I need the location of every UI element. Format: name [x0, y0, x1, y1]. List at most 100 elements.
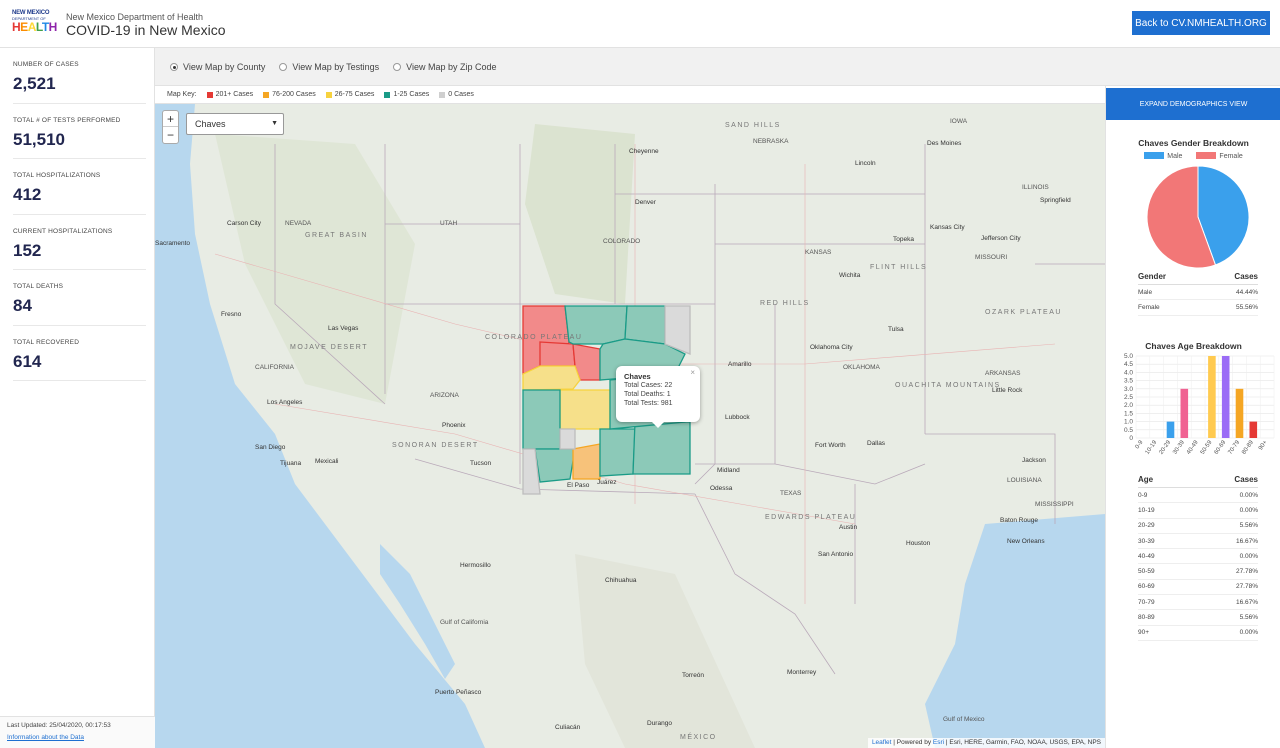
legend-item: Male	[1144, 152, 1182, 160]
map-label: Gulf of California	[440, 619, 489, 626]
gender-table-header: Gender Cases	[1138, 272, 1258, 285]
expand-demographics-button[interactable]: EXPAND DEMOGRAPHICS VIEW	[1106, 88, 1280, 120]
map-label: Topeka	[893, 236, 914, 243]
popup-deaths: Total Deaths: 1	[624, 391, 671, 398]
map-key-title: Map Key:	[167, 91, 197, 98]
leaflet-link[interactable]: Leaflet	[872, 739, 892, 746]
x-tick-label: 0-9	[1135, 439, 1145, 450]
county-select[interactable]: Chaves ▼	[186, 113, 284, 135]
radio-dot[interactable]	[170, 62, 178, 71]
map-label: San Diego	[255, 444, 286, 451]
map-label: Austin	[839, 524, 858, 531]
map-label: Chihuahua	[605, 577, 637, 584]
map-label: Jefferson City	[981, 235, 1021, 242]
map-label: Dallas	[867, 440, 886, 447]
map-label: Tucson	[470, 460, 492, 467]
table-row: Male 44.44%	[1138, 285, 1258, 301]
y-tick-label: 5.0	[1124, 353, 1133, 360]
map-label: Jackson	[1022, 457, 1046, 464]
key-item: 1-25 Cases	[384, 91, 429, 98]
map-label: ILLINOIS	[1022, 184, 1049, 191]
map-label: Oklahoma City	[810, 344, 853, 351]
nm-health-logo[interactable]: NEW MEXICO DEPARTMENT OF HEALTH	[12, 10, 57, 36]
map-label: New Orleans	[1007, 538, 1045, 545]
map-label: GREAT BASIN	[305, 232, 368, 239]
radio-dot[interactable]	[279, 62, 288, 71]
map-label: UTAH	[440, 220, 458, 227]
stat-label: TOTAL DEATHS	[13, 283, 64, 290]
table-row: 20-29 5.56%	[1138, 519, 1258, 534]
demographics-panel: EXPAND DEMOGRAPHICS VIEW Chaves Gender B…	[1105, 86, 1280, 748]
map-label: MOJAVE DESERT	[290, 344, 368, 351]
popup-cases: Total Cases: 22	[624, 382, 673, 389]
table-row: 10-19 0.00%	[1138, 503, 1258, 519]
map-label: Des Moines	[927, 140, 962, 147]
map-label: Lubbock	[725, 414, 750, 421]
stat-value: 51,510	[13, 129, 65, 149]
age-bar-70-79[interactable]	[1235, 388, 1244, 438]
map-label: Tulsa	[888, 326, 904, 333]
view-by-county-radio[interactable]: View Map by County	[170, 62, 265, 72]
back-to-site-button[interactable]: Back to CV.NMHEALTH.ORG	[1132, 11, 1270, 35]
popup-close-icon[interactable]: ×	[690, 368, 695, 377]
y-tick-label: 2.5	[1124, 394, 1133, 401]
map-view-options: View Map by County View Map by Testings …	[155, 48, 1280, 86]
map-label: KANSAS	[805, 249, 832, 256]
table-row: 80-89 5.56%	[1138, 610, 1258, 626]
map-label: TEXAS	[780, 490, 802, 497]
map-label: NEVADA	[285, 220, 312, 227]
map-label: Las Vegas	[328, 325, 359, 332]
age-bar-30-39[interactable]	[1180, 388, 1189, 438]
county-yellow	[522, 365, 581, 391]
chevron-down-icon: ▼	[271, 120, 278, 127]
county-teal	[522, 389, 561, 450]
table-row: 50-59 27.78%	[1138, 564, 1258, 580]
county-teal	[624, 305, 666, 345]
legend-item: Female	[1196, 152, 1243, 160]
x-tick-label: 80-89	[1241, 439, 1255, 456]
esri-link[interactable]: Esri	[933, 739, 944, 746]
map-label: OZARK PLATEAU	[985, 309, 1062, 316]
radio-dot[interactable]	[393, 62, 402, 71]
zoom-control: + −	[162, 110, 179, 144]
stat-value: 84	[13, 296, 32, 315]
x-tick-label: 50-59	[1200, 439, 1214, 456]
data-info-link[interactable]: Information about the Data	[7, 734, 148, 741]
page-title: COVID-19 in New Mexico	[66, 22, 226, 38]
map-label: Amarillo	[728, 361, 752, 368]
map-label: LOUISIANA	[1007, 477, 1042, 484]
table-row: 30-39 16.67%	[1138, 534, 1258, 550]
age-bar-60-69[interactable]	[1221, 356, 1230, 438]
map-key: Map Key: 201+ Cases 76-200 Cases 26-75 C…	[155, 86, 1105, 104]
key-swatch	[206, 91, 213, 98]
view-by-zip-radio[interactable]: View Map by Zip Code	[393, 61, 497, 72]
table-row: 90+ 0.00%	[1138, 626, 1258, 641]
radio-label: View Map by Zip Code	[406, 61, 497, 72]
key-swatch	[439, 91, 446, 98]
age-bar-80-89[interactable]	[1249, 421, 1258, 438]
key-swatch	[263, 91, 270, 98]
county-map[interactable]: SAND HILLS NEBRASKA IOWA Des Moines Linc…	[155, 104, 1105, 748]
stat-cases: NUMBER OF CASES 2,521	[13, 48, 146, 104]
age-bar-50-59[interactable]	[1208, 356, 1216, 438]
map-label: Juárez	[597, 479, 617, 486]
map-label: Kansas City	[930, 224, 965, 231]
stat-label: NUMBER OF CASES	[13, 61, 79, 68]
table-row: 0-9 0.00%	[1138, 488, 1258, 504]
map-attribution: Leaflet | Powered by Esri | Esri, HERE, …	[867, 738, 1105, 748]
zoom-in-button[interactable]: +	[163, 111, 178, 127]
y-tick-label: 0.5	[1124, 427, 1133, 434]
x-tick-label: 90+	[1258, 439, 1269, 451]
map-label: Baton Rouge	[1000, 517, 1038, 524]
popup-title: Chaves	[624, 372, 651, 381]
stat-recovered: TOTAL RECOVERED 614	[13, 326, 146, 381]
app-header: NEW MEXICO DEPARTMENT OF HEALTH New Mexi…	[0, 0, 1280, 48]
y-tick-label: 4.0	[1124, 369, 1133, 376]
stat-value: 614	[13, 351, 42, 371]
map-label: MISSOURI	[975, 254, 1008, 261]
age-bar-20-29[interactable]	[1166, 421, 1175, 438]
view-by-testings-radio[interactable]: View Map by Testings	[279, 62, 379, 72]
gender-table: Gender Cases Male 44.44% Female 55.56%	[1138, 272, 1258, 316]
map-label: COLORADO PLATEAU	[485, 334, 583, 341]
zoom-out-button[interactable]: −	[163, 127, 178, 143]
